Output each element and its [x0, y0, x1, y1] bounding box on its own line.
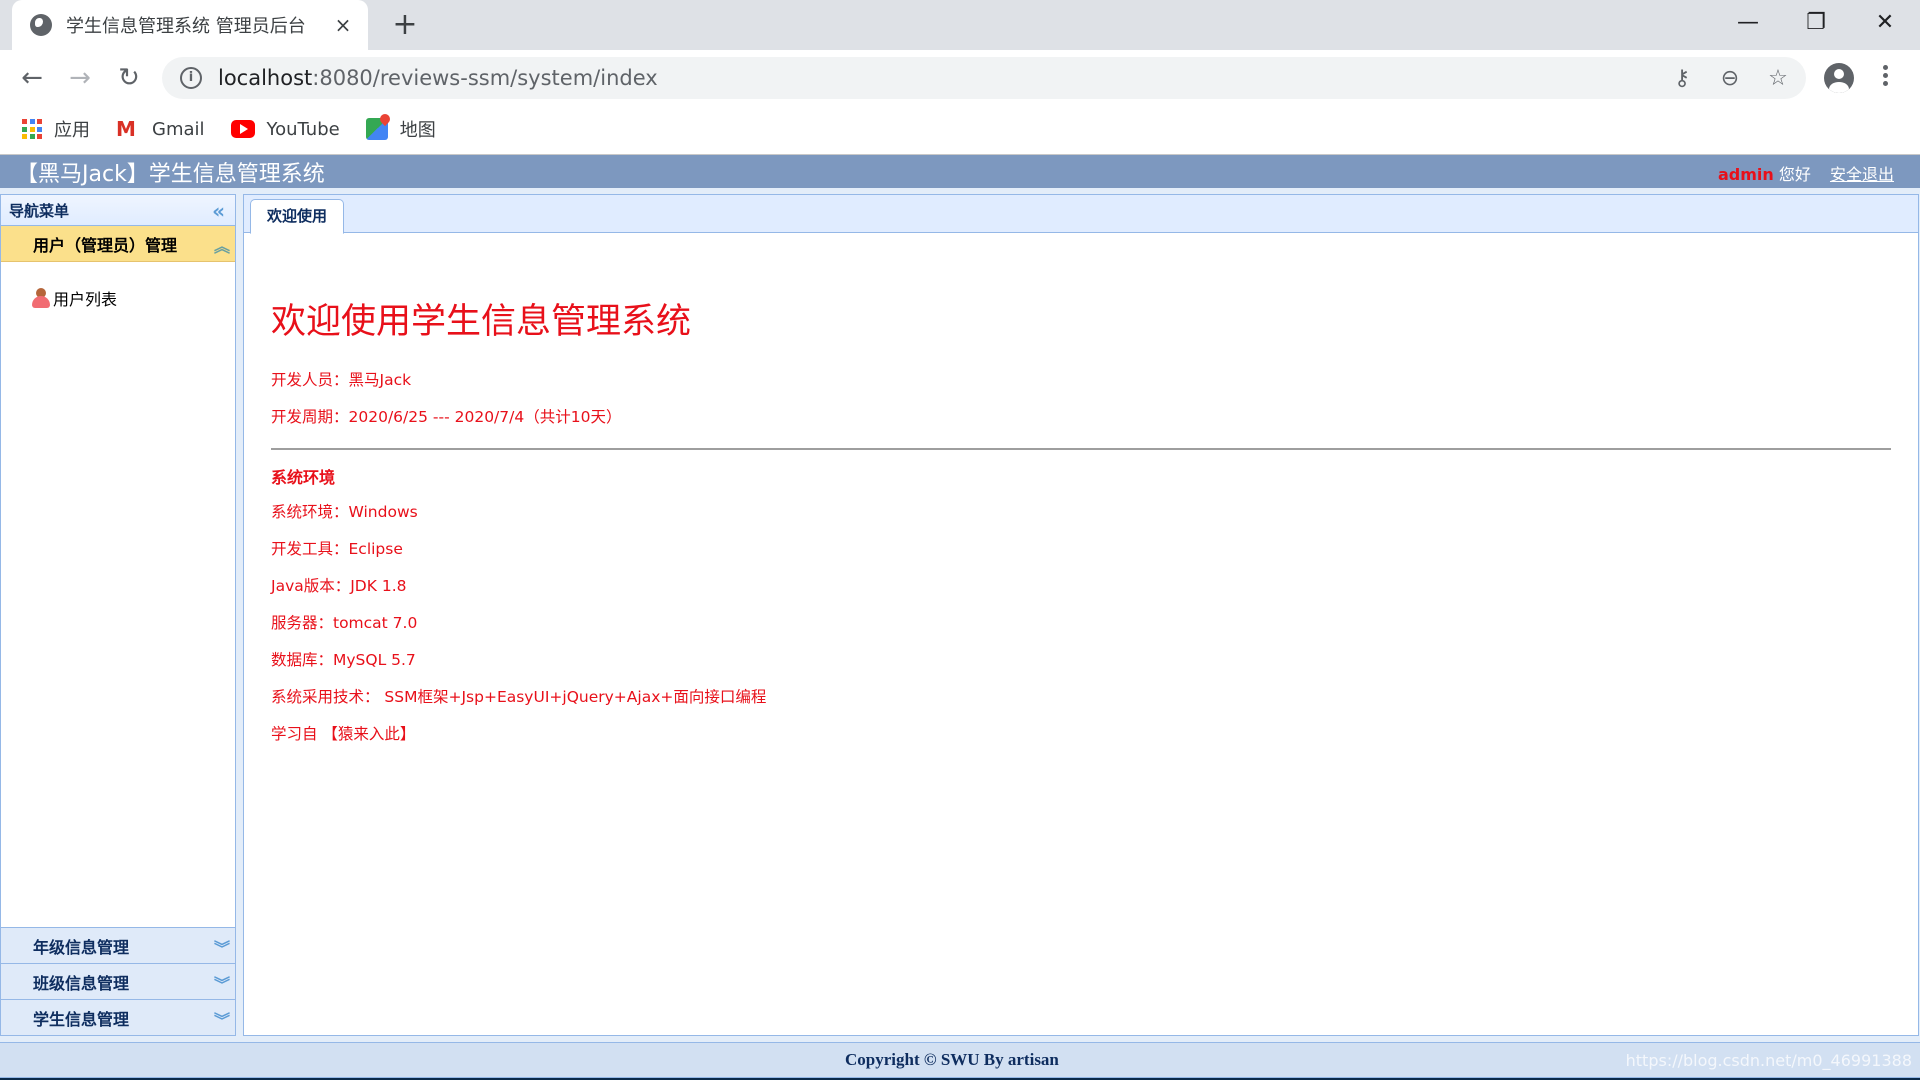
bookmark-label: 应用	[54, 120, 90, 141]
main-layout: 导航菜单 « 用户（管理员）管理 ︽ 用户列表 年级信息管理 ︾ 班级信息管理 …	[0, 188, 1920, 1080]
maps-icon	[365, 118, 388, 140]
tab-welcome[interactable]: 欢迎使用	[250, 199, 344, 234]
env-line: 数据库：MySQL 5.7	[271, 651, 416, 669]
item-label: 用户列表	[53, 290, 118, 309]
tab-close-icon[interactable]: ×	[328, 13, 358, 37]
key-icon[interactable]: ⚷	[1668, 65, 1696, 93]
tab-title: 学生信息管理系统 管理员后台	[66, 16, 306, 37]
tabs-header: 欢迎使用	[244, 195, 1918, 234]
navigation-sidebar: 导航菜单 « 用户（管理员）管理 ︽ 用户列表 年级信息管理 ︾ 班级信息管理 …	[0, 194, 236, 1036]
info-icon[interactable]: i	[180, 67, 202, 89]
sidebar-header: 导航菜单 «	[1, 195, 235, 226]
section-label: 年级信息管理	[33, 937, 130, 957]
zoom-out-icon[interactable]: ⊖	[1716, 65, 1744, 93]
collapse-sidebar-icon[interactable]: «	[212, 199, 225, 223]
content-panel: 欢迎使用 欢迎使用学生信息管理系统 开发人员：黑马Jack 开发周期：2020/…	[243, 194, 1919, 1036]
env-line: 系统采用技术： SSM框架+Jsp+EasyUI+jQuery+Ajax+面向接…	[271, 688, 767, 706]
welcome-content: 欢迎使用学生信息管理系统 开发人员：黑马Jack 开发周期：2020/6/25 …	[244, 233, 1918, 761]
bookmark-apps[interactable]: 应用	[22, 116, 90, 142]
chevron-down-icon[interactable]: ︾	[214, 1007, 230, 1031]
profile-avatar-icon[interactable]	[1824, 63, 1854, 93]
sidebar-section-student[interactable]: 学生信息管理 ︾	[1, 999, 235, 1035]
app-title: 【黑马Jack】学生信息管理系统	[16, 162, 325, 187]
reload-button[interactable]: ↻	[113, 62, 145, 94]
bookmarks-bar: 应用 Gmail YouTube 地图	[0, 106, 1920, 152]
forward-button[interactable]: →	[64, 62, 96, 94]
copyright-text: Copyright © SWU By artisan	[845, 1050, 1059, 1069]
section-label: 学生信息管理	[33, 1009, 130, 1029]
address-bar[interactable]: i localhost:8080/reviews-ssm/system/inde…	[162, 57, 1806, 99]
url-path: :8080/reviews-ssm/system/index	[312, 66, 658, 90]
env-line: 系统环境：Windows	[271, 503, 418, 521]
sidebar-section-user-admin[interactable]: 用户（管理员）管理 ︽	[1, 226, 235, 262]
new-tab-button[interactable]: +	[390, 8, 420, 42]
youtube-icon	[230, 120, 255, 138]
bookmark-label: Gmail	[152, 118, 205, 140]
env-line: 开发工具：Eclipse	[271, 540, 403, 558]
close-window-button[interactable]: ✕	[1855, 0, 1915, 44]
period-line: 开发周期：2020/6/25 --- 2020/7/4（共计10天）	[271, 408, 622, 426]
bookmark-gmail[interactable]: Gmail	[116, 119, 205, 140]
divider	[271, 448, 1891, 450]
user-info: admin 您好 安全退出	[1718, 161, 1894, 185]
bookmark-label: YouTube	[266, 118, 340, 140]
chevron-up-icon[interactable]: ︽	[214, 233, 230, 257]
browser-toolbar: ← → ↻ i localhost:8080/reviews-ssm/syste…	[0, 50, 1920, 106]
sidebar-section-grade[interactable]: 年级信息管理 ︾	[1, 927, 235, 963]
username: admin	[1718, 165, 1774, 184]
star-icon[interactable]: ☆	[1764, 65, 1792, 93]
minimize-button[interactable]: —	[1718, 0, 1778, 44]
chevron-down-icon[interactable]: ︾	[214, 971, 230, 995]
restore-button[interactable]: ❐	[1786, 0, 1846, 44]
env-heading: 系统环境	[271, 468, 336, 487]
section-label: 用户（管理员）管理	[33, 235, 178, 255]
app-header: 【黑马Jack】学生信息管理系统 admin 您好 安全退出	[0, 154, 1920, 188]
developer-line: 开发人员：黑马Jack	[271, 371, 412, 389]
url-text[interactable]: localhost:8080/reviews-ssm/system/index	[218, 66, 658, 90]
sidebar-title: 导航菜单	[9, 201, 70, 220]
browser-menu-icon[interactable]	[1875, 62, 1895, 94]
env-line: 服务器：tomcat 7.0	[271, 614, 418, 632]
back-button[interactable]: ←	[16, 62, 48, 94]
env-line: Java版本：JDK 1.8	[271, 577, 407, 595]
sidebar-item-user-list[interactable]: 用户列表	[31, 286, 235, 310]
env-line: 学习自 【猿来入此】	[271, 725, 416, 743]
gmail-icon	[116, 120, 140, 138]
greeting: 您好	[1773, 165, 1811, 184]
bookmark-label: 地图	[399, 120, 436, 141]
browser-tab-strip: 学生信息管理系统 管理员后台 × + — ❐ ✕	[0, 0, 1920, 50]
logout-link[interactable]: 安全退出	[1830, 165, 1894, 184]
watermark-text: https://blog.csdn.net/m0_46991388	[1625, 1051, 1912, 1070]
welcome-heading: 欢迎使用学生信息管理系统	[271, 302, 692, 342]
url-host: localhost	[218, 66, 313, 90]
collapsed-sections: 年级信息管理 ︾ 班级信息管理 ︾ 学生信息管理 ︾	[1, 927, 235, 1035]
user-icon	[31, 288, 51, 308]
globe-icon	[30, 14, 52, 36]
section-label: 班级信息管理	[33, 973, 130, 993]
browser-tab[interactable]: 学生信息管理系统 管理员后台 ×	[12, 0, 368, 50]
bookmark-maps[interactable]: 地图	[365, 116, 436, 142]
footer: Copyright © SWU By artisan https://blog.…	[0, 1042, 1920, 1078]
apps-icon	[22, 119, 42, 139]
bookmark-youtube[interactable]: YouTube	[230, 118, 340, 140]
sidebar-section-class[interactable]: 班级信息管理 ︾	[1, 963, 235, 999]
section-body: 用户列表	[1, 262, 235, 922]
chevron-down-icon[interactable]: ︾	[214, 935, 230, 959]
